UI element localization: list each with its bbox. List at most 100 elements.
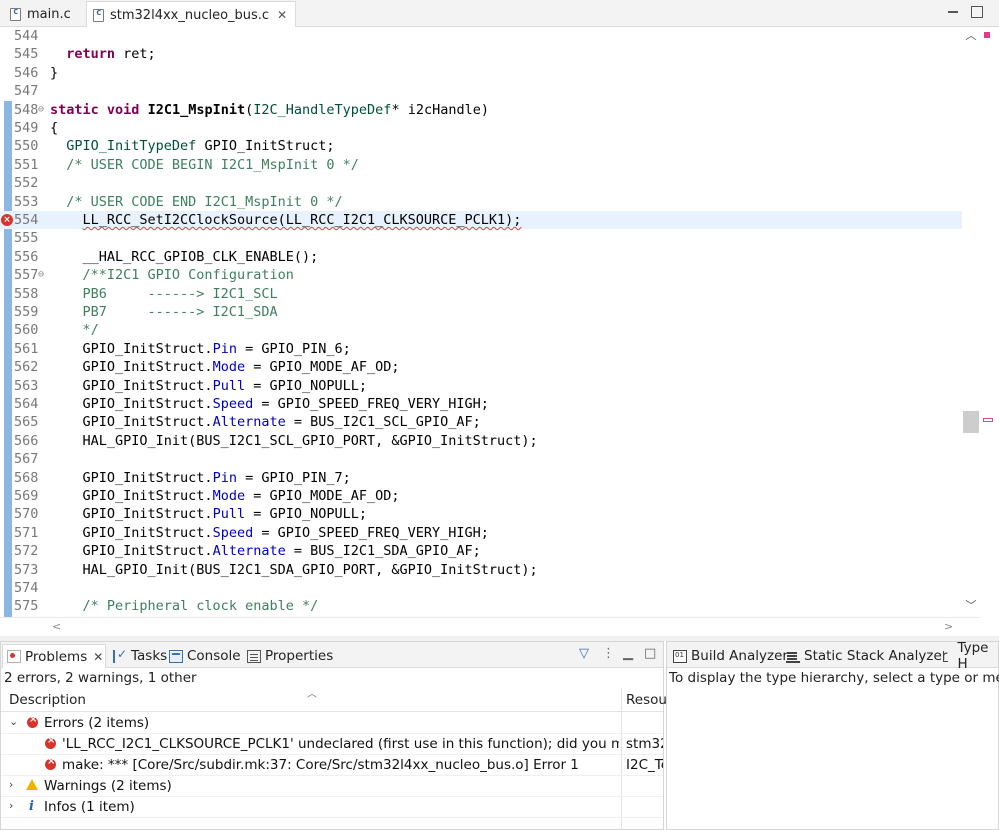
code-text[interactable]: PB7 ------> I2C1_SDA xyxy=(50,303,278,321)
line-number: 569 xyxy=(14,488,39,504)
code-line[interactable]: 551 /* USER CODE BEGIN I2C1_MspInit 0 */ xyxy=(0,156,962,174)
code-text[interactable]: /* Peripheral clock enable */ xyxy=(50,597,319,615)
code-line[interactable]: 564 GPIO_InitStruct.Speed = GPIO_SPEED_F… xyxy=(0,395,962,413)
minimize-icon[interactable] xyxy=(946,5,960,19)
tab-problems[interactable]: Problems ✕ xyxy=(2,644,106,668)
code-text[interactable]: GPIO_InitStruct.Pin = GPIO_PIN_7; xyxy=(50,469,351,487)
tab-static-stack-analyzer[interactable]: Static Stack Analyzer xyxy=(782,644,947,668)
tab-tasks[interactable]: Tasks xyxy=(109,644,167,668)
close-icon[interactable]: ✕ xyxy=(93,650,103,664)
tab-stm32l4xx-nucleo-bus-c[interactable]: stm32l4xx_nucleo_bus.c ✕ xyxy=(86,1,297,28)
scroll-down-icon[interactable]: ﹀ xyxy=(965,600,977,612)
fold-toggle-icon[interactable]: ⊖ xyxy=(38,266,44,284)
code-text[interactable]: } xyxy=(50,64,58,82)
error-location-marker[interactable] xyxy=(983,418,993,422)
code-line[interactable]: × 554 LL_RCC_SetI2CClockSource(LL_RCC_I2C… xyxy=(0,211,962,230)
tree-row-error-item[interactable]: 'LL_RCC_I2C1_CLKSOURCE_PCLK1' undeclared… xyxy=(1,734,663,755)
code-line[interactable]: 548 ⊖ static void I2C1_MspInit(I2C_HandleT… xyxy=(0,101,962,119)
code-line[interactable]: 566 HAL_GPIO_Init(BUS_I2C1_SCL_GPIO_PORT… xyxy=(0,432,962,450)
code-text[interactable]: /**I2C1 GPIO Configuration xyxy=(50,266,294,284)
code-line[interactable]: 572 GPIO_InitStruct.Alternate = BUS_I2C1… xyxy=(0,542,962,560)
code-line[interactable]: 573 HAL_GPIO_Init(BUS_I2C1_SDA_GPIO_PORT… xyxy=(0,561,962,579)
vertical-scrollbar[interactable]: ︿ ﹀ xyxy=(962,27,980,617)
code-line[interactable]: 575 /* Peripheral clock enable */ xyxy=(0,597,962,615)
code-text[interactable]: GPIO_InitStruct.Speed = GPIO_SPEED_FREQ_… xyxy=(50,395,489,413)
code-line[interactable]: 565 GPIO_InitStruct.Alternate = BUS_I2C1… xyxy=(0,413,962,431)
code-line[interactable]: 545 return ret; xyxy=(0,45,962,63)
code-line[interactable]: 571 GPIO_InitStruct.Speed = GPIO_SPEED_F… xyxy=(0,524,962,542)
code-line[interactable]: 561 GPIO_InitStruct.Pin = GPIO_PIN_6; xyxy=(0,340,962,358)
view-menu-icon[interactable]: ⋮ xyxy=(602,646,615,661)
minimize-icon[interactable]: ▁ xyxy=(623,646,633,661)
code-line[interactable]: 547 xyxy=(0,82,962,100)
code-text[interactable]: return ret; xyxy=(50,45,155,63)
code-line[interactable]: 569 GPIO_InitStruct.Mode = GPIO_MODE_AF_… xyxy=(0,487,962,505)
maximize-icon[interactable] xyxy=(970,5,984,19)
maximize-icon[interactable]: □ xyxy=(644,646,656,661)
overview-ruler[interactable] xyxy=(980,27,999,617)
tab-build-analyzer[interactable]: Build Analyzer xyxy=(669,644,788,668)
tab-type-hierarchy[interactable]: Type H xyxy=(937,640,998,672)
code-line[interactable]: 546} xyxy=(0,64,962,82)
code-text[interactable]: GPIO_InitStruct.Speed = GPIO_SPEED_FREQ_… xyxy=(50,524,489,542)
tab-properties[interactable]: Properties xyxy=(243,644,333,668)
code-line[interactable]: 568 GPIO_InitStruct.Pin = GPIO_PIN_7; xyxy=(0,469,962,487)
code-line[interactable]: 557 ⊖ /**I2C1 GPIO Configuration xyxy=(0,266,962,284)
code-line[interactable]: 559 PB7 ------> I2C1_SDA xyxy=(0,303,962,321)
fold-toggle-icon[interactable]: ⊖ xyxy=(38,101,44,119)
error-overview-marker[interactable] xyxy=(984,32,990,38)
code-line[interactable]: 560 */ xyxy=(0,321,962,339)
code-line[interactable]: 558 PB6 ------> I2C1_SCL xyxy=(0,285,962,303)
tree-row-infos[interactable]: › i Infos (1 item) xyxy=(1,797,663,818)
tab-main-c[interactable]: main.c xyxy=(4,1,79,27)
code-line[interactable]: 563 GPIO_InitStruct.Pull = GPIO_NOPULL; xyxy=(0,377,962,395)
chevron-right-icon[interactable]: › xyxy=(9,778,13,791)
tree-row-error-item[interactable]: make: *** [Core/Src/subdir.mk:37: Core/S… xyxy=(1,755,663,776)
code-text[interactable]: GPIO_InitStruct.Pull = GPIO_NOPULL; xyxy=(50,377,368,395)
column-resource[interactable]: Resou xyxy=(626,692,667,708)
code-line[interactable]: 549 { xyxy=(0,119,962,137)
filter-icon[interactable]: ▽ xyxy=(579,646,589,661)
code-text[interactable]: HAL_GPIO_Init(BUS_I2C1_SCL_GPIO_PORT, &G… xyxy=(50,432,538,450)
code-text[interactable]: static void I2C1_MspInit(I2C_HandleTypeD… xyxy=(50,101,489,119)
code-text[interactable]: LL_RCC_SetI2CClockSource(LL_RCC_I2C1_CLK… xyxy=(50,211,522,229)
code-text[interactable]: __HAL_RCC_GPIOB_CLK_ENABLE(); xyxy=(50,248,319,266)
code-text[interactable]: GPIO_InitStruct.Mode = GPIO_MODE_AF_OD; xyxy=(50,358,400,376)
tree-row-warnings[interactable]: › Warnings (2 items) xyxy=(1,776,663,797)
scroll-left-icon[interactable]: < xyxy=(52,620,61,633)
code-line[interactable]: 552 xyxy=(0,174,962,192)
scroll-thumb[interactable] xyxy=(963,411,979,433)
scroll-right-icon[interactable]: > xyxy=(944,620,953,633)
code-line[interactable]: 550 GPIO_InitTypeDef GPIO_InitStruct; xyxy=(0,137,962,155)
code-line[interactable]: 567 xyxy=(0,450,962,468)
code-line[interactable]: 555 xyxy=(0,229,962,247)
tab-console[interactable]: Console xyxy=(165,644,241,668)
scroll-up-icon[interactable]: ︿ xyxy=(965,30,977,42)
code-text[interactable]: GPIO_InitStruct.Pull = GPIO_NOPULL; xyxy=(50,505,368,523)
code-line[interactable]: 570 GPIO_InitStruct.Pull = GPIO_NOPULL; xyxy=(0,505,962,523)
code-text[interactable]: GPIO_InitStruct.Alternate = BUS_I2C1_SCL… xyxy=(50,413,481,431)
close-icon[interactable]: ✕ xyxy=(277,8,287,22)
horizontal-scrollbar[interactable]: < > xyxy=(0,617,980,635)
code-text[interactable]: HAL_GPIO_Init(BUS_I2C1_SDA_GPIO_PORT, &G… xyxy=(50,561,538,579)
code-text[interactable]: */ xyxy=(50,321,99,339)
code-text[interactable]: GPIO_InitStruct.Mode = GPIO_MODE_AF_OD; xyxy=(50,487,400,505)
column-description[interactable]: Description xyxy=(9,692,86,708)
code-line[interactable]: 556 __HAL_RCC_GPIOB_CLK_ENABLE(); xyxy=(0,248,962,266)
code-line[interactable]: 544 xyxy=(0,27,962,45)
code-editor[interactable]: 544 545 return ret; 546} 547 548 ⊖ static void… xyxy=(0,27,999,635)
tree-row-errors[interactable]: ⌄ Errors (2 items) xyxy=(1,713,663,734)
code-text[interactable]: /* USER CODE END I2C1_MspInit 0 */ xyxy=(50,193,342,211)
code-text[interactable]: PB6 ------> I2C1_SCL xyxy=(50,285,278,303)
code-text[interactable]: GPIO_InitStruct.Pin = GPIO_PIN_6; xyxy=(50,340,351,358)
code-line[interactable]: 553 /* USER CODE END I2C1_MspInit 0 */ xyxy=(0,193,962,211)
code-text[interactable]: GPIO_InitStruct.Alternate = BUS_I2C1_SDA… xyxy=(50,542,481,560)
code-text[interactable]: GPIO_InitTypeDef GPIO_InitStruct; xyxy=(50,137,334,155)
error-marker-icon[interactable]: × xyxy=(1,214,13,226)
code-line[interactable]: 562 GPIO_InitStruct.Mode = GPIO_MODE_AF_… xyxy=(0,358,962,376)
chevron-right-icon[interactable]: › xyxy=(9,799,13,812)
chevron-down-icon[interactable]: ⌄ xyxy=(9,715,18,728)
code-text[interactable]: /* USER CODE BEGIN I2C1_MspInit 0 */ xyxy=(50,156,359,174)
code-text[interactable]: { xyxy=(50,119,58,137)
code-line[interactable]: 574 xyxy=(0,579,962,597)
